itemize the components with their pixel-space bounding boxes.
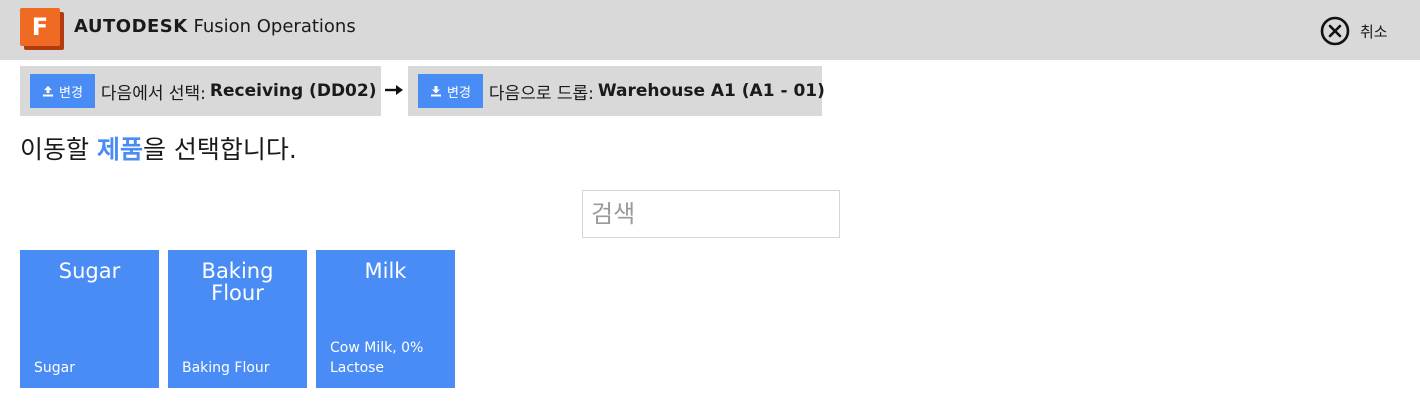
destination-value: Warehouse A1 (A1 - 01)	[597, 81, 825, 101]
brand-company: AUTODESK	[74, 16, 188, 37]
product-tile-milk[interactable]: Milk Cow Milk, 0% Lactose	[316, 250, 455, 388]
close-circle-icon	[1320, 16, 1350, 46]
app-brand: AUTODESK Fusion Operations	[74, 14, 356, 40]
source-label: 다음에서 선택:	[100, 83, 206, 104]
arrow-right-icon	[385, 85, 403, 95]
product-tile-sugar[interactable]: Sugar Sugar	[20, 250, 159, 388]
product-title: Sugar	[58, 259, 121, 283]
change-destination-label: 변경	[447, 85, 471, 101]
source-value: Receiving (DD02)	[209, 81, 377, 101]
destination-location-bar: 변경 다음으로 드롭: Warehouse A1 (A1 - 01)	[408, 66, 825, 116]
product-subtitle: Sugar	[34, 360, 75, 376]
heading-suffix: 을 선택합니다.	[142, 135, 297, 164]
destination-label: 다음으로 드롭:	[488, 83, 594, 104]
cancel-button[interactable]: 취소	[1320, 15, 1388, 47]
product-title: Baking Flour	[201, 259, 274, 305]
heading-prefix: 이동할	[20, 135, 97, 164]
upload-icon	[43, 86, 53, 97]
source-location-bar: 변경 다음에서 선택: Receiving (DD02)	[20, 66, 381, 116]
product-title: Milk	[364, 259, 407, 283]
product-subtitle: Baking Flour	[182, 360, 270, 376]
logo-letter: F	[20, 8, 60, 46]
change-source-button[interactable]: 변경	[30, 74, 95, 108]
top-bar: F AUTODESK Fusion Operations 취소	[0, 0, 1420, 60]
heading-highlight: 제품	[96, 135, 143, 164]
change-destination-button[interactable]: 변경	[418, 74, 483, 108]
search-input[interactable]	[582, 190, 840, 238]
change-source-label: 변경	[59, 85, 83, 101]
fusion-operations-logo: F	[20, 8, 64, 50]
page-heading: 이동할 제품을 선택합니다.	[20, 133, 297, 167]
brand-product: Fusion Operations	[187, 16, 356, 37]
product-tile-baking-flour[interactable]: Baking Flour Baking Flour	[168, 250, 307, 388]
product-subtitle: Cow Milk, 0% Lactose	[330, 340, 424, 376]
download-icon	[431, 86, 441, 97]
cancel-label: 취소	[1360, 22, 1388, 41]
